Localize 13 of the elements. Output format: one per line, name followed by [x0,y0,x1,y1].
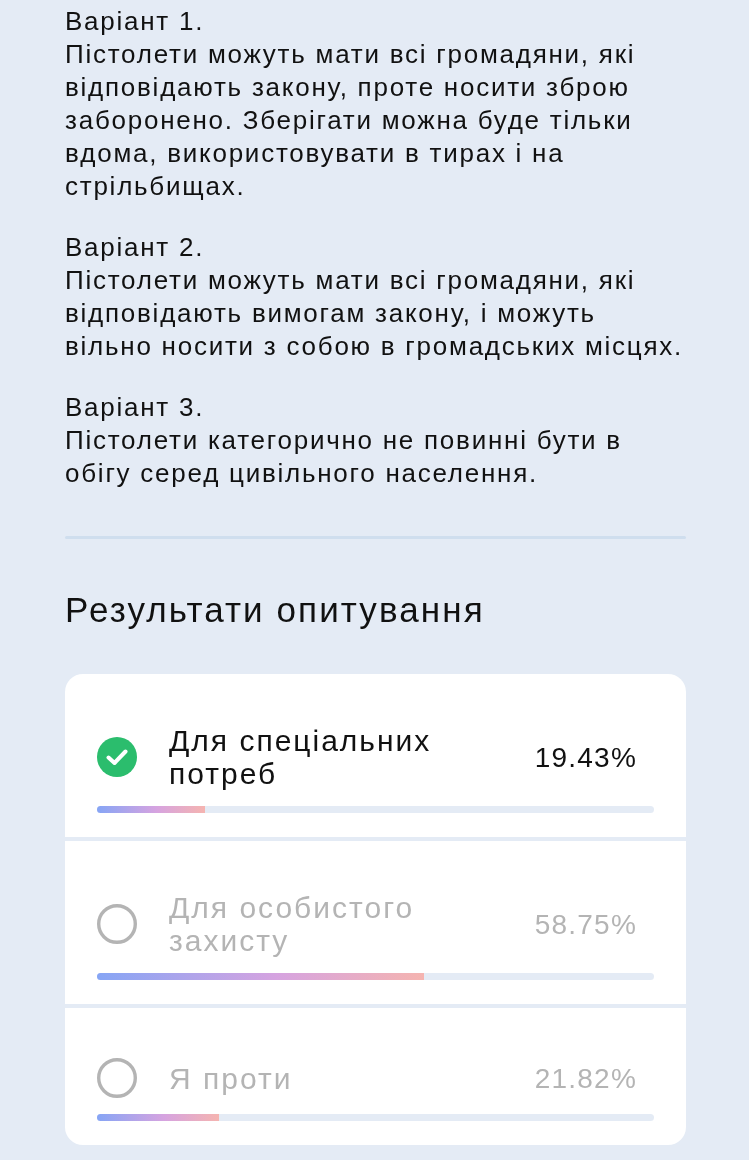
option-percent: 19.43% [534,740,637,774]
variant-text: Пістолети можуть мати всі громадяни, які відповідають вимогам закону, і можуть вільно носити з собою в громадських місцях. [65,264,685,363]
option-percent: 21.82% [534,1061,637,1095]
variant-title: Варіант 2. [65,231,205,264]
results-heading: Результати опитування [65,590,485,630]
option-percent: 58.75% [534,907,637,941]
variant-title: Варіант 1. [65,5,205,38]
option-label: Для особистого захисту [169,891,416,957]
option-label: Для спеціальних потреб [169,724,433,790]
variant-text: Пістолети категорично не повинні бути в обігу серед цивільного населення. [65,424,623,490]
variant-text: Пістолети можуть мати всі громадяни, які відповідають закону, проте носити зброю заборонено. Зберігати можна буде тільки вдома, використовувати в тирах і на стрільбищах. [65,38,637,203]
option-label: Я проти [169,1061,294,1095]
variant-title: Варіант 3. [65,391,205,424]
